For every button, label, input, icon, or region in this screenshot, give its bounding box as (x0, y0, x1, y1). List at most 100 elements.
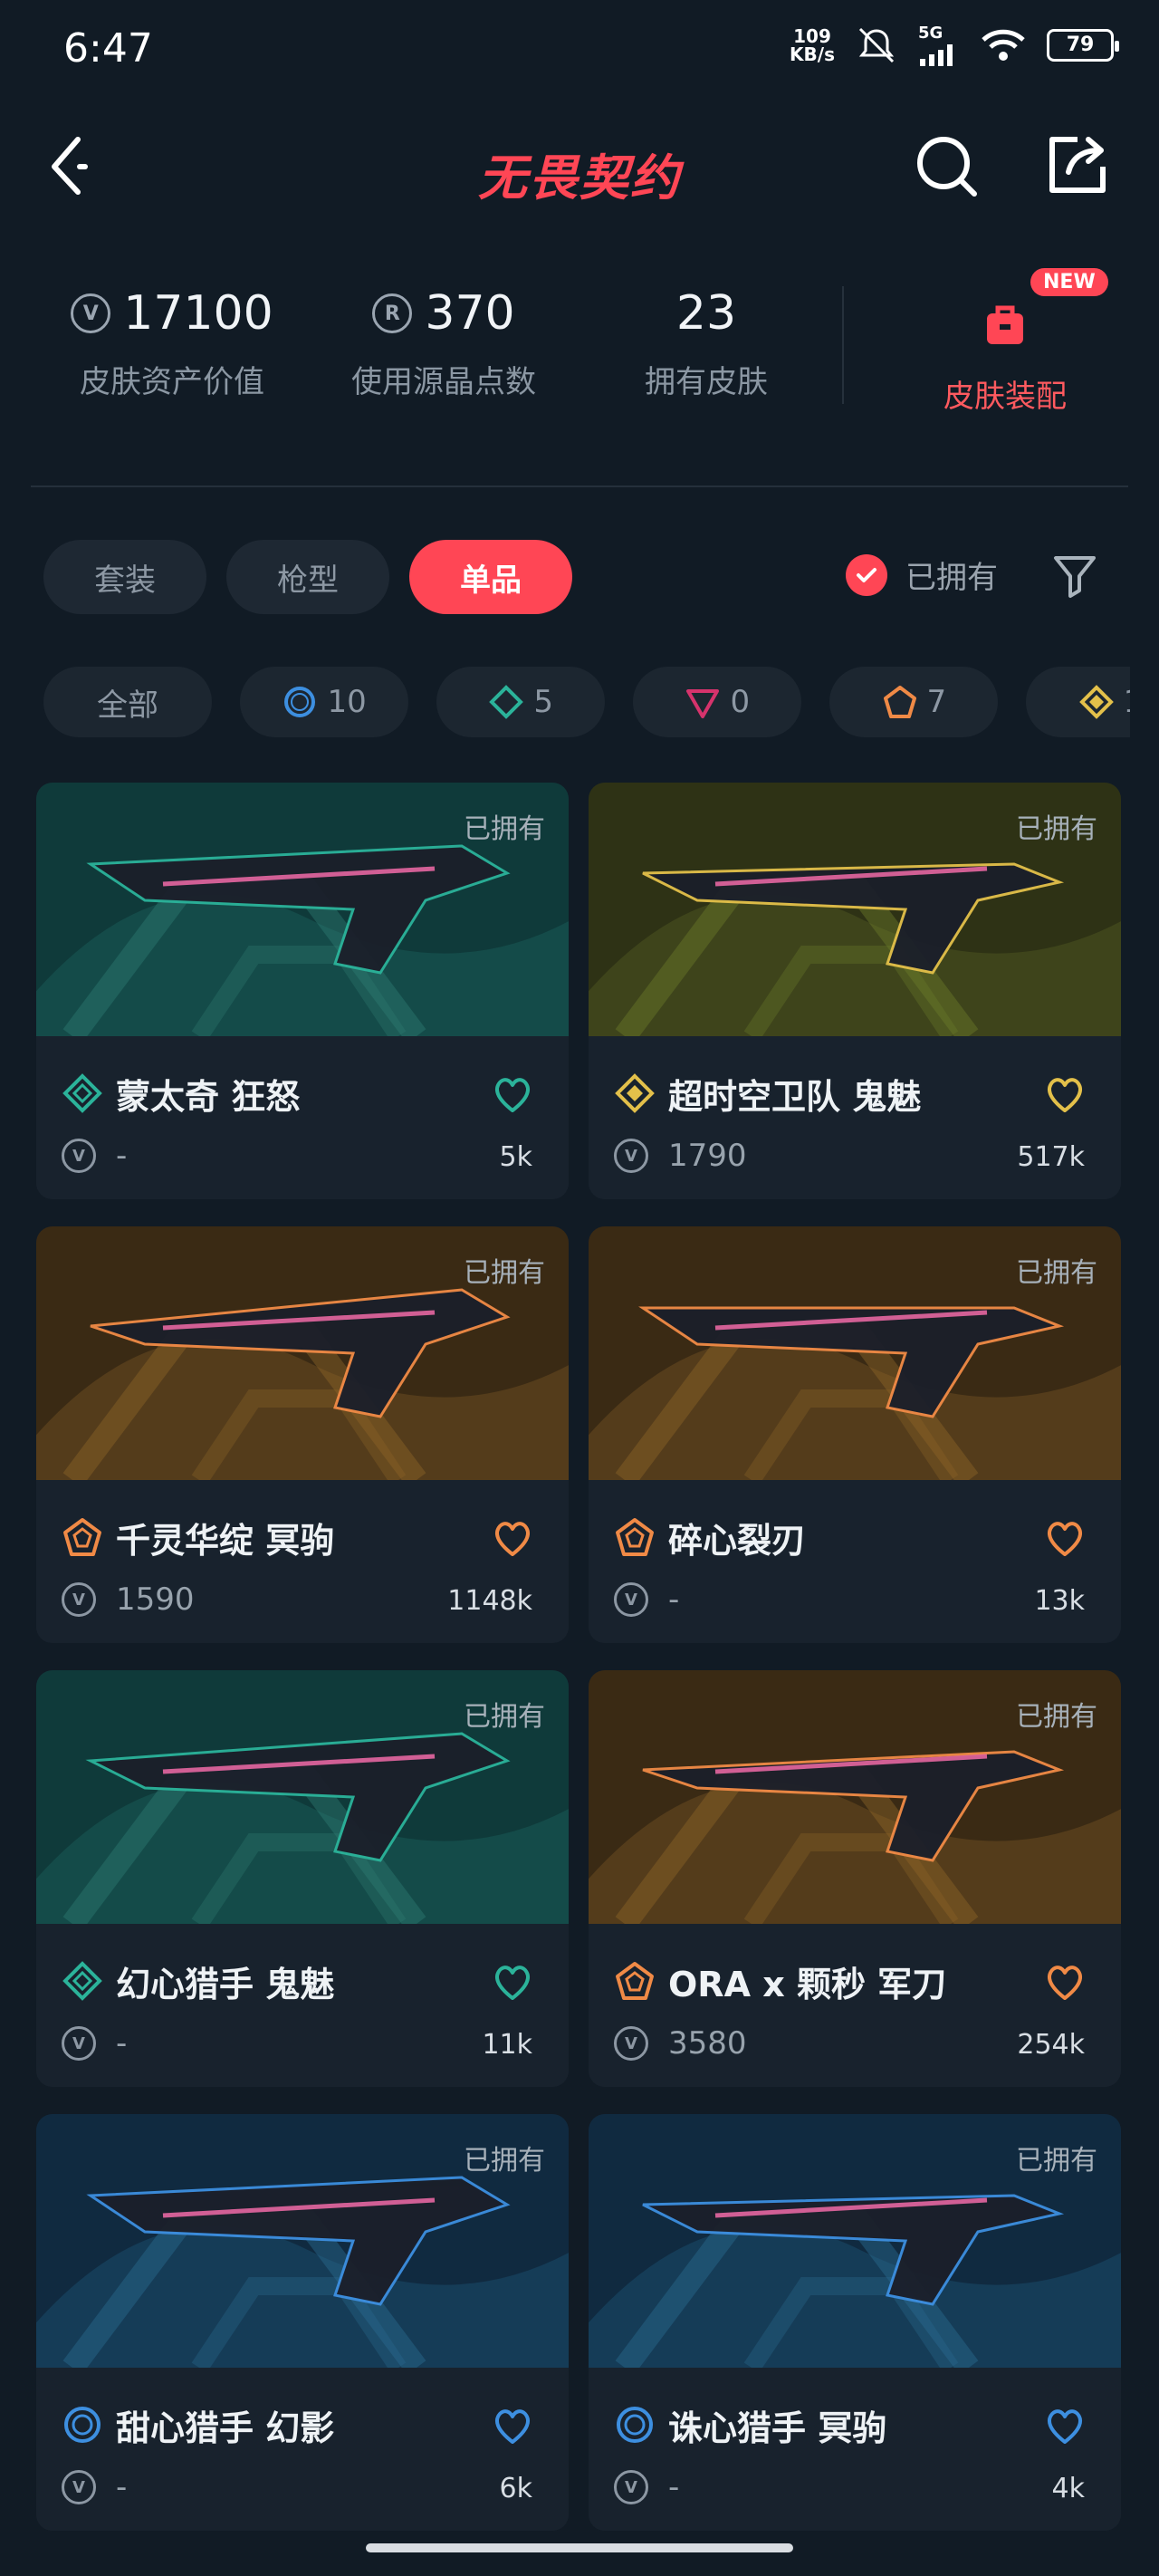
stat-asset-value: V 17100 皮肤资产价值 (63, 286, 281, 401)
chip-premium[interactable]: 0 (633, 667, 802, 737)
favorite-heart-icon[interactable] (491, 2404, 534, 2447)
price-value: - (116, 2469, 128, 2505)
vp-coin-icon: V (614, 1582, 648, 1617)
owned-label: 已拥有 (464, 2145, 545, 2177)
mute-icon (858, 27, 895, 62)
chip-all[interactable]: 全部 (43, 667, 212, 737)
chip-ultra[interactable]: 1 (1026, 667, 1130, 737)
status-icons: 109 KB/s 5G 79 (790, 24, 1119, 66)
skin-info: 超时空卫队 鬼魅 V 1790 517k (589, 1036, 1121, 1199)
price-value: - (668, 2469, 680, 2505)
skin-card[interactable]: 已拥有 超时空卫队 鬼魅 V 1790 517k (589, 783, 1121, 1199)
tier-icon (615, 1073, 655, 1113)
owned-label: 已拥有 (905, 560, 998, 596)
price: V 1790 (614, 1138, 747, 1174)
app-header: 无畏契约 (0, 118, 1159, 217)
home-indicator[interactable] (366, 2543, 793, 2552)
chip-label: 0 (730, 684, 751, 720)
like-count: 1148k (447, 1585, 532, 1617)
signal-icon: 5G (918, 24, 960, 66)
price-value: 1790 (668, 1138, 747, 1174)
skin-card[interactable]: 已拥有 碎心裂刃 V- 13k (589, 1226, 1121, 1643)
like-count: 11k (482, 2029, 532, 2061)
tier-icon (616, 1962, 654, 2000)
tab-weapon-type[interactable]: 枪型 (226, 540, 389, 614)
skin-name: 碎心裂刃 (668, 1521, 807, 1561)
favorite-heart-icon[interactable] (491, 1516, 534, 1560)
equip-label: 皮肤装配 (943, 379, 1067, 415)
skin-card[interactable]: 已拥有 蒙太奇 狂怒 V- 5k (36, 783, 569, 1199)
skin-card[interactable]: 已拥有 幻心猎手 鬼魅 V- 11k (36, 1670, 569, 2087)
stat-value: 370 (425, 286, 515, 341)
status-bar: 6:47 109 KB/s 5G 79 (0, 0, 1159, 100)
price: V 3580 (614, 2025, 747, 2062)
price: V- (614, 1581, 679, 1618)
skin-card[interactable]: 已拥有 千灵华绽 冥驹 V 1590 1148k (36, 1226, 569, 1643)
favorite-heart-icon[interactable] (1043, 2404, 1087, 2447)
favorite-heart-icon[interactable] (1043, 1960, 1087, 2004)
stat-owned-skins: 23 拥有皮肤 (616, 286, 797, 401)
net-speed-unit: KB/s (790, 43, 835, 65)
owned-label: 已拥有 (464, 1257, 545, 1289)
category-tabs: 套装 枪型 单品 (43, 540, 572, 614)
backpack-icon (987, 305, 1023, 344)
favorite-heart-icon[interactable] (491, 1960, 534, 2004)
vp-coin-icon: V (614, 2026, 648, 2061)
app-logo: 无畏契约 (478, 149, 681, 207)
skin-info: ORA x 颗秒 军刀 V 3580 254k (589, 1924, 1121, 2087)
stat-label: 使用源晶点数 (351, 364, 536, 400)
chip-label: 全部 (97, 687, 158, 724)
deluxe-tier-icon (489, 685, 524, 719)
exclusive-tier-icon (883, 686, 916, 718)
chip-label: 10 (327, 684, 367, 720)
chip-label: 7 (926, 684, 947, 720)
price-value: 1590 (116, 1581, 195, 1618)
chip-label: 5 (533, 684, 553, 720)
tab-single-item[interactable]: 单品 (409, 540, 572, 614)
price: V- (62, 1138, 127, 1174)
price: V- (62, 2025, 127, 2062)
divider (842, 286, 844, 404)
ultra-tier-icon (1078, 685, 1114, 719)
chip-label: 1 (1124, 684, 1130, 720)
chip-exclusive[interactable]: 7 (829, 667, 999, 737)
search-icon[interactable] (913, 130, 982, 199)
like-count: 13k (1034, 1585, 1085, 1617)
filter-icon[interactable] (1050, 551, 1099, 600)
skin-card[interactable]: 已拥有 甜心猎手 幻影 V- 6k (36, 2114, 569, 2531)
vp-coin-icon: V (71, 293, 111, 333)
battery-level: 79 (1066, 34, 1095, 56)
owned-toggle[interactable]: 已拥有 (846, 553, 998, 597)
like-count: 4k (1051, 2473, 1085, 2504)
chip-select[interactable]: 10 (240, 667, 409, 737)
stat-value: 17100 (123, 286, 273, 341)
net-speed-value: 109 (793, 24, 831, 47)
skin-loadout-button[interactable]: NEW 皮肤装配 (887, 268, 1123, 416)
vp-coin-icon: V (614, 1139, 648, 1173)
vp-coin-icon: V (614, 2470, 648, 2504)
like-count: 517k (1017, 1141, 1085, 1173)
stat-value: 23 (675, 286, 737, 341)
stat-label: 拥有皮肤 (645, 364, 768, 400)
skin-info: 千灵华绽 冥驹 V 1590 1148k (36, 1480, 569, 1643)
owned-label: 已拥有 (1016, 1701, 1097, 1733)
favorite-heart-icon[interactable] (1043, 1072, 1087, 1116)
favorite-heart-icon[interactable] (1043, 1516, 1087, 1560)
tab-bundle[interactable]: 套装 (43, 540, 206, 614)
app-page: { "status_bar": { "time": "6:47", "net_s… (0, 0, 1159, 2576)
skin-name: 超时空卫队 鬼魅 (668, 1077, 922, 1117)
favorite-heart-icon[interactable] (491, 1072, 534, 1116)
skin-card[interactable]: 已拥有 ORA x 颗秒 军刀 V 3580 254k (589, 1670, 1121, 2087)
skin-info: 蒙太奇 狂怒 V- 5k (36, 1036, 569, 1199)
price-value: - (116, 2025, 128, 2062)
vp-coin-icon: V (62, 2470, 96, 2504)
tier-icon (62, 1961, 102, 2001)
owned-label: 已拥有 (464, 1701, 545, 1733)
share-icon[interactable] (1041, 130, 1110, 199)
skin-name: ORA x 颗秒 军刀 (668, 1965, 947, 2004)
skin-info: 幻心猎手 鬼魅 V- 11k (36, 1924, 569, 2087)
skin-name: 蒙太奇 狂怒 (116, 1077, 301, 1117)
skin-card[interactable]: 已拥有 诛心猎手 冥驹 V- 4k (589, 2114, 1121, 2531)
chip-deluxe[interactable]: 5 (436, 667, 606, 737)
premium-tier-icon (686, 689, 720, 718)
